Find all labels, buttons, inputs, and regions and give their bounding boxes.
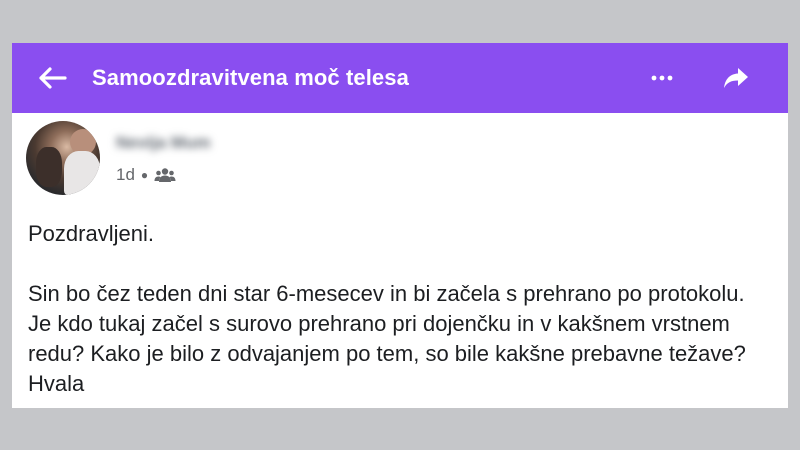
back-button[interactable]: [32, 58, 72, 98]
more-options-button[interactable]: [642, 58, 682, 98]
group-header-bar: Samoozdravitvena moč telesa: [12, 43, 788, 113]
author-name[interactable]: Nevija Mum: [116, 133, 210, 153]
meta-separator: ●: [140, 168, 149, 182]
share-button[interactable]: [716, 58, 756, 98]
avatar[interactable]: [26, 121, 100, 195]
post-body: Pozdravljeni. Sin bo čez teden dni star …: [12, 219, 788, 399]
more-dots-icon: [651, 75, 673, 81]
post-text: Sin bo čez teden dni star 6-mesecev in b…: [28, 281, 746, 396]
post-greeting: Pozdravljeni.: [28, 221, 154, 246]
post-screenshot: Samoozdravitvena moč telesa Nevija Mum 1…: [12, 43, 788, 408]
post-time[interactable]: 1d: [116, 165, 135, 185]
group-icon: [154, 168, 176, 182]
arrow-left-icon: [39, 67, 67, 89]
group-title: Samoozdravitvena moč telesa: [92, 65, 409, 90]
post-header: Nevija Mum 1d ●: [12, 113, 788, 205]
post-meta: 1d ●: [116, 165, 176, 185]
share-arrow-icon: [724, 68, 748, 88]
